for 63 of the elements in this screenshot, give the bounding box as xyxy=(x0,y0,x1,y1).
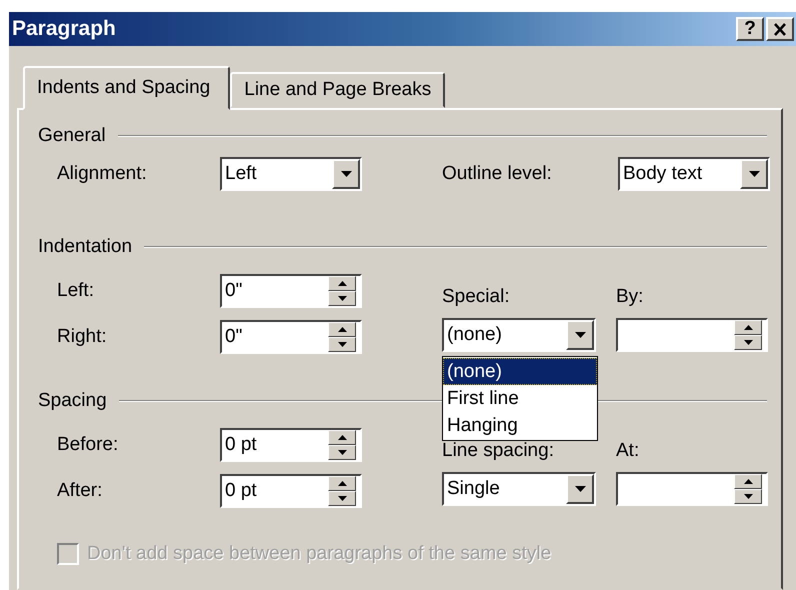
section-title: General xyxy=(38,125,107,147)
spin-down-button[interactable] xyxy=(734,335,762,350)
up-arrow-icon xyxy=(338,481,346,486)
spin-down-button[interactable] xyxy=(328,491,356,506)
spin-field[interactable]: 0 pt xyxy=(220,428,362,462)
field-label: Before: xyxy=(57,434,120,456)
spin-up-button[interactable] xyxy=(328,276,356,291)
spin-up-button[interactable] xyxy=(328,476,356,491)
field-label: At: xyxy=(616,440,640,462)
dropdown-option[interactable]: Hanging xyxy=(443,412,597,439)
spin-down-button[interactable] xyxy=(328,445,356,460)
up-arrow-icon xyxy=(338,327,346,332)
caret-icon xyxy=(340,171,352,177)
spin-down-button[interactable] xyxy=(734,489,762,504)
field-label: Right: xyxy=(57,326,108,348)
up-arrow-icon xyxy=(338,281,346,286)
up-arrow-icon xyxy=(338,435,346,440)
dropdown-field[interactable]: Left xyxy=(220,157,362,191)
section-title: Indentation xyxy=(38,236,134,258)
dropdown-button[interactable] xyxy=(566,320,594,350)
dropdown-field[interactable]: Body text xyxy=(618,157,770,191)
dropdown-field[interactable]: Single xyxy=(442,472,596,506)
window-title: Paragraph xyxy=(12,17,116,41)
dropdown-option[interactable]: First line xyxy=(443,385,597,412)
dropdown-button[interactable] xyxy=(740,159,768,189)
spin-down-button[interactable] xyxy=(328,291,356,306)
field-label: Special: xyxy=(442,286,511,308)
dropdown-option[interactable]: (none) xyxy=(443,358,597,385)
spin-up-button[interactable] xyxy=(734,474,762,489)
spin-field[interactable] xyxy=(616,472,768,506)
help-button[interactable]: ? xyxy=(736,17,764,41)
up-arrow-icon xyxy=(744,479,752,484)
dropdown-button[interactable] xyxy=(332,159,360,189)
spin-up-button[interactable] xyxy=(328,430,356,445)
tab[interactable]: Line and Page Breaks xyxy=(230,72,446,108)
spin-field[interactable] xyxy=(616,318,768,352)
down-arrow-icon xyxy=(744,494,752,499)
down-arrow-icon xyxy=(338,296,346,301)
spin-up-button[interactable] xyxy=(328,322,356,337)
caret-icon xyxy=(574,486,586,492)
spin-field[interactable]: 0" xyxy=(220,274,362,308)
field-label: By: xyxy=(616,286,644,308)
tab[interactable]: Indents and Spacing xyxy=(23,66,230,110)
field-label: Line spacing: xyxy=(442,440,555,462)
down-arrow-icon xyxy=(338,450,346,455)
spin-up-button[interactable] xyxy=(734,320,762,335)
caret-icon xyxy=(574,332,586,338)
field-label: Left: xyxy=(57,280,95,302)
field-label: Outline level: xyxy=(442,163,553,185)
close-icon xyxy=(773,22,787,36)
spin-field[interactable]: 0 pt xyxy=(220,474,362,508)
down-arrow-icon xyxy=(338,496,346,501)
field-label: After: xyxy=(57,480,104,502)
down-arrow-icon xyxy=(338,342,346,347)
up-arrow-icon xyxy=(744,325,752,330)
caret-icon xyxy=(748,171,760,177)
dropdown-button[interactable] xyxy=(566,474,594,504)
close-button[interactable] xyxy=(766,17,794,41)
down-arrow-icon xyxy=(744,340,752,345)
spin-down-button[interactable] xyxy=(328,337,356,352)
spin-field[interactable]: 0" xyxy=(220,320,362,354)
field-label: Alignment: xyxy=(57,163,148,185)
section-title: Spacing xyxy=(38,390,108,412)
